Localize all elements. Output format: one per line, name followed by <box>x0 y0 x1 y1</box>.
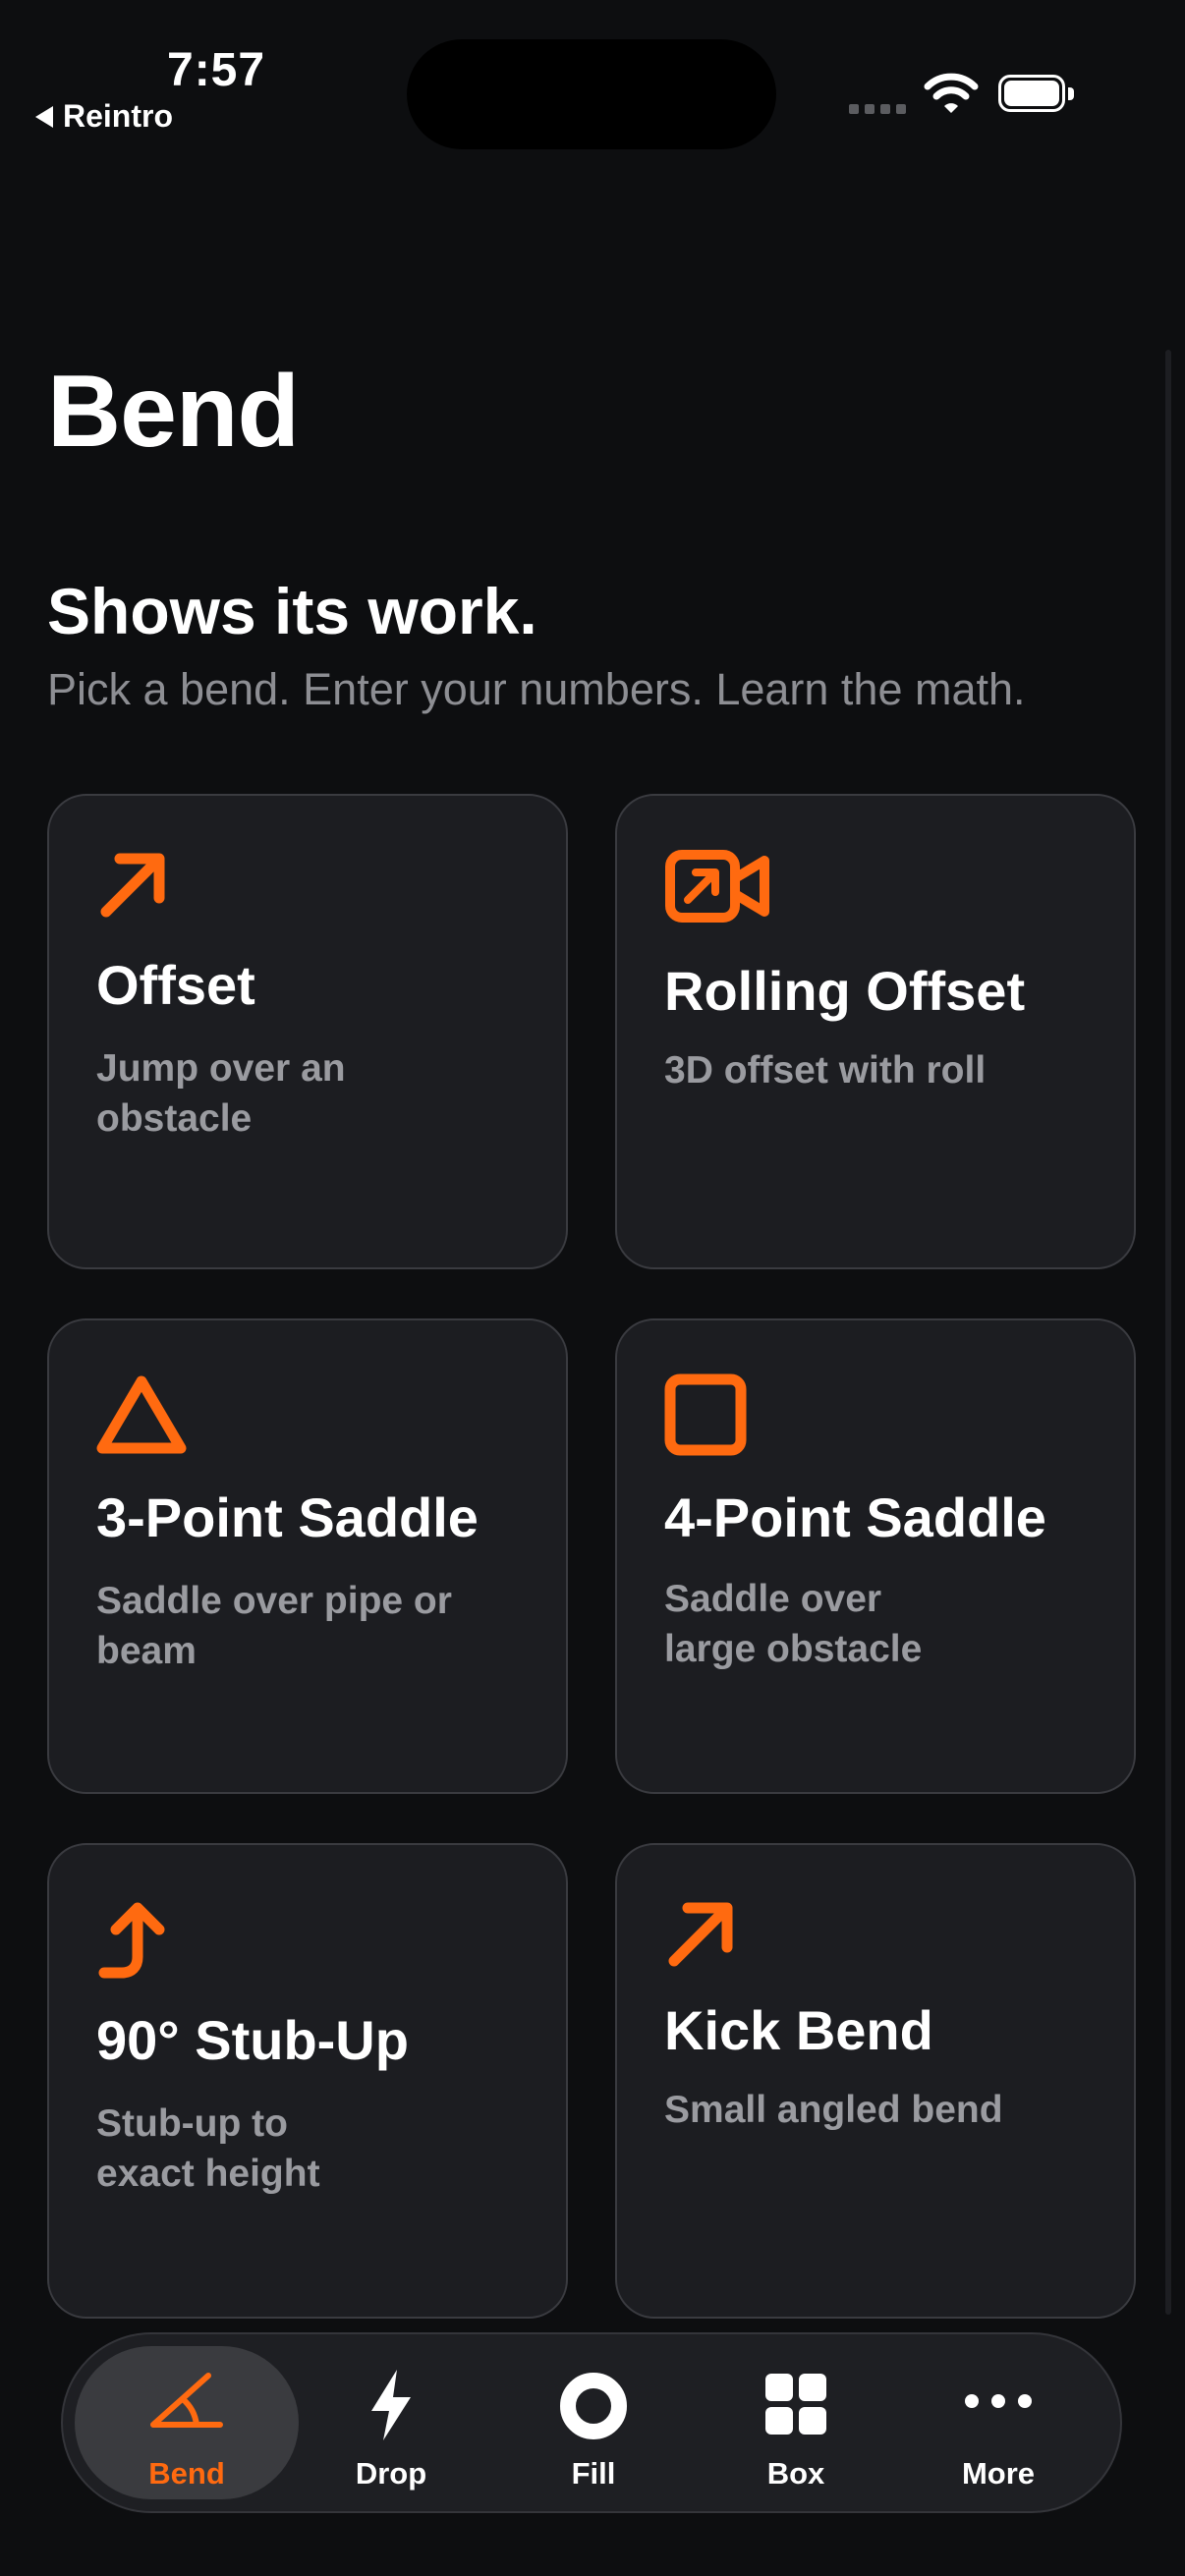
grid-icon <box>765 2374 826 2435</box>
scroll-indicator[interactable] <box>1165 350 1171 2315</box>
bent-arrow-up-icon <box>98 1902 165 1979</box>
tab-label: Box <box>766 2456 825 2491</box>
card-title: 3-Point Saddle <box>96 1486 479 1548</box>
back-to-app-link[interactable]: Reintro <box>35 98 173 135</box>
card-title: 90° Stub-Up <box>96 2009 409 2071</box>
card-title: Rolling Offset <box>664 960 1026 1022</box>
tab-label: Fill <box>571 2456 616 2491</box>
card-kick-bend[interactable]: Kick Bend Small angled bend <box>615 1843 1136 2319</box>
tab-box[interactable]: Box <box>684 2346 908 2499</box>
card-90-stub-up[interactable]: 90° Stub-Up Stub-up to exact height <box>47 1843 568 2319</box>
arrow-up-right-icon <box>100 853 165 918</box>
ring-icon <box>560 2373 627 2439</box>
cellular-signal-icon <box>849 104 906 114</box>
card-title: Offset <box>96 954 255 1016</box>
tab-label: Bend <box>148 2456 225 2491</box>
tab-bar: Bend Drop Fill Box More <box>61 2332 1122 2513</box>
page-title: Bend <box>47 355 300 469</box>
tab-more[interactable]: More <box>886 2346 1110 2499</box>
tab-label: Drop <box>355 2456 427 2491</box>
status-time: 7:57 <box>167 44 266 96</box>
card-description: Saddle over large obstacle <box>664 1578 923 1670</box>
square-icon <box>664 1373 747 1456</box>
dynamic-island <box>407 39 776 149</box>
video-arrow-icon <box>665 850 769 923</box>
card-description: Saddle over pipe or beam <box>96 1580 452 1672</box>
card-description: Small angled bend <box>664 2089 1003 2131</box>
card-title: Kick Bend <box>664 1999 933 2061</box>
card-description: 3D offset with roll <box>664 1049 987 1092</box>
card-offset[interactable]: Offset Jump over an obstacle <box>47 794 568 1269</box>
tab-drop[interactable]: Drop <box>279 2346 503 2499</box>
triangle-icon <box>96 1375 187 1454</box>
card-title: 4-Point Saddle <box>664 1486 1046 1548</box>
arrow-up-right-icon <box>668 1902 733 1967</box>
card-description: Stub-up to exact height <box>96 2102 320 2195</box>
ellipsis-icon <box>965 2394 1032 2408</box>
back-triangle-icon <box>35 105 53 128</box>
angle-icon <box>150 2373 223 2428</box>
tab-fill[interactable]: Fill <box>481 2346 705 2499</box>
wifi-icon <box>924 73 979 113</box>
card-4-point-saddle[interactable]: 4-Point Saddle Saddle over large obstacl… <box>615 1318 1136 1794</box>
card-rolling-offset[interactable]: Rolling Offset 3D offset with roll <box>615 794 1136 1269</box>
card-3-point-saddle[interactable]: 3-Point Saddle Saddle over pipe or beam <box>47 1318 568 1794</box>
card-description: Jump over an obstacle <box>96 1047 346 1140</box>
subhead: Pick a bend. Enter your numbers. Learn t… <box>47 664 1026 714</box>
headline: Shows its work. <box>47 575 537 647</box>
status-bar: 7:57 Reintro <box>0 0 1185 157</box>
back-link-label: Reintro <box>63 98 173 134</box>
battery-icon <box>998 75 1075 114</box>
bolt-icon <box>371 2370 411 2440</box>
tab-bend[interactable]: Bend <box>75 2346 299 2499</box>
tab-label: More <box>961 2456 1036 2491</box>
